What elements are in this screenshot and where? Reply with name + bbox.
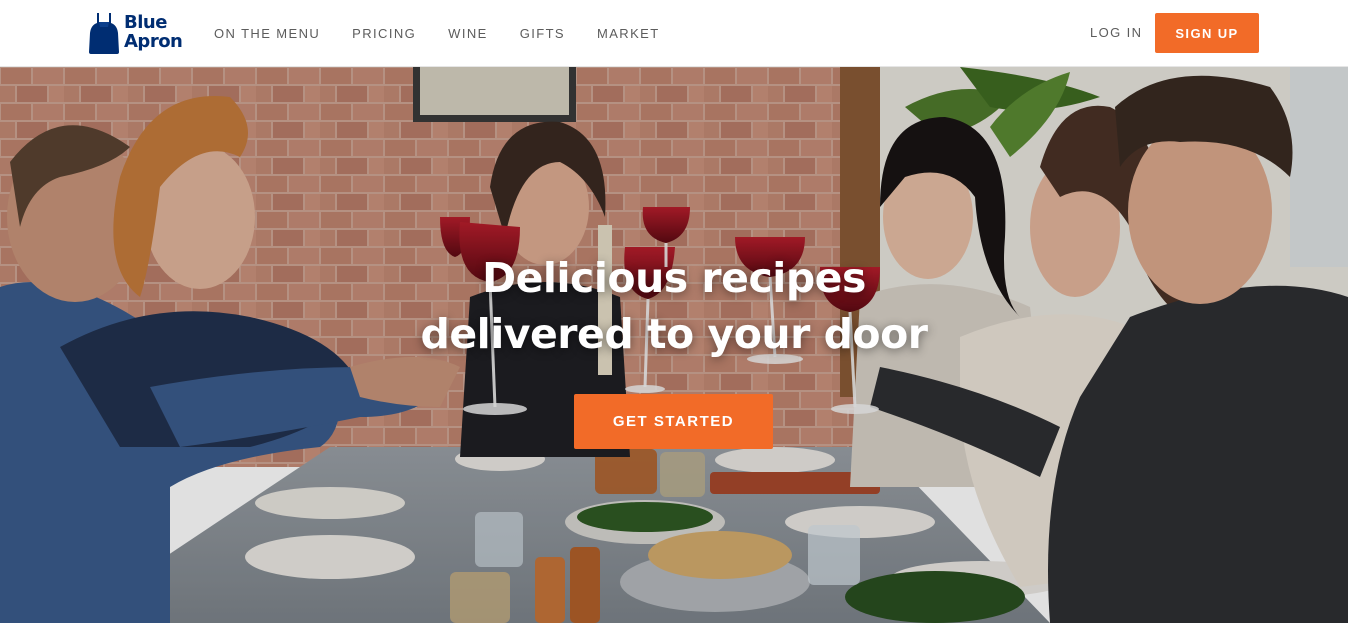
site-header: Blue Apron ON THE MENU PRICING WINE GIFT… [0, 0, 1348, 67]
nav-item-market[interactable]: MARKET [597, 26, 660, 41]
login-link[interactable]: LOG IN [1090, 25, 1142, 40]
nav-item-on-the-menu[interactable]: ON THE MENU [214, 26, 320, 41]
nav-item-wine[interactable]: WINE [448, 26, 488, 41]
nav-item-pricing[interactable]: PRICING [352, 26, 416, 41]
hero-headline-line-1: Delicious recipes [482, 254, 866, 302]
hero-headline-line-2: delivered to your door [420, 310, 928, 358]
nav-item-gifts[interactable]: GIFTS [520, 26, 565, 41]
logo-word-blue: Blue [124, 12, 167, 33]
hero-section: Delicious recipes delivered to your door… [0, 67, 1348, 623]
get-started-button[interactable]: GET STARTED [574, 394, 773, 449]
hero-headline: Delicious recipes delivered to your door [0, 250, 1348, 362]
blue-apron-logo[interactable]: Blue Apron [88, 11, 188, 55]
main-nav: ON THE MENU PRICING WINE GIFTS MARKET [214, 0, 692, 67]
apron-icon [89, 13, 119, 54]
signup-button[interactable]: SIGN UP [1155, 13, 1259, 53]
logo-word-apron: Apron [124, 31, 183, 52]
logo-wordmark: Blue Apron [124, 13, 188, 51]
